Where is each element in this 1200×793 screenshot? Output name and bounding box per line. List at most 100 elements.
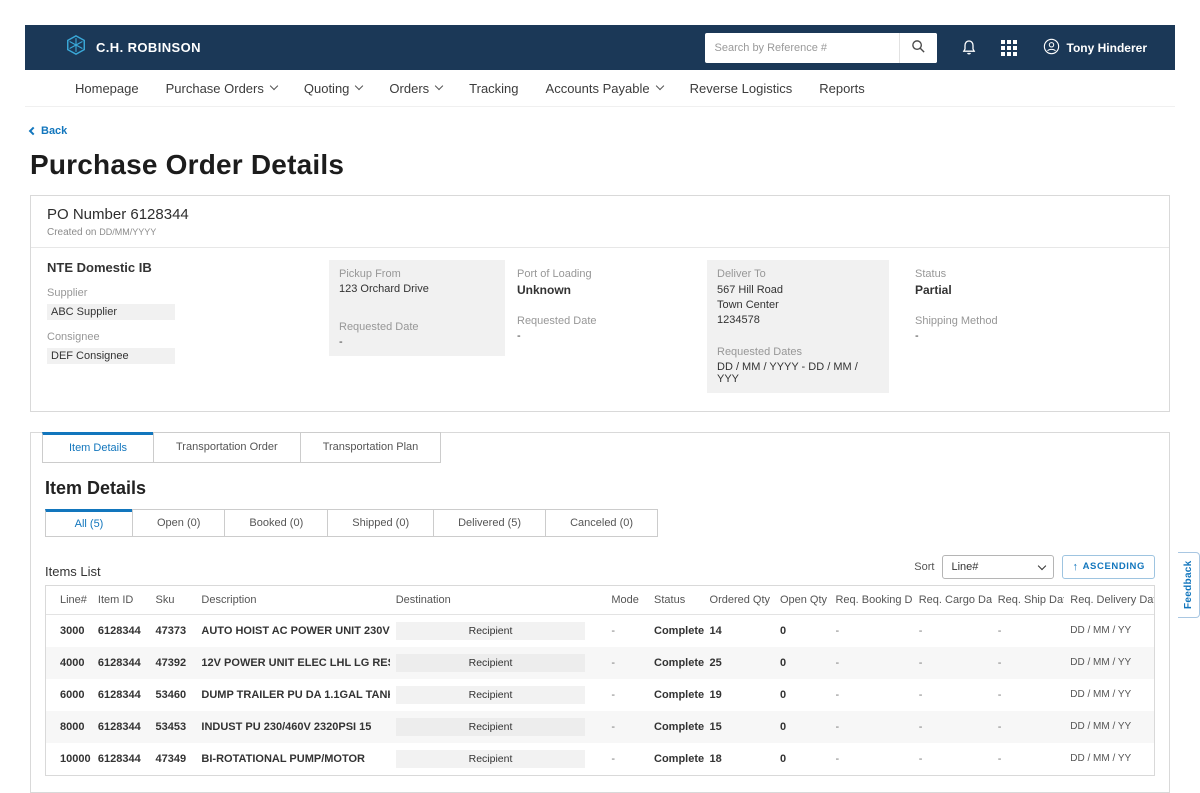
port-of-loading-label: Port of Loading [517, 268, 695, 280]
pickup-from-label: Pickup From [339, 268, 495, 280]
column-header-ordered-qty: Ordered Qty [704, 586, 774, 615]
cell-mode: - [605, 711, 648, 743]
po-parties-column: NTE Domestic IB Supplier ABC Supplier Co… [47, 260, 329, 375]
sort-label: Sort [914, 561, 934, 573]
feedback-button[interactable]: Feedback [1178, 552, 1200, 618]
cell-req-delivery-date: DD / MM / YY [1064, 711, 1154, 743]
cell-description: DUMP TRAILER PU DA 1.1GAL TANK [195, 679, 389, 711]
consignee-label: Consignee [47, 331, 329, 343]
user-menu[interactable]: Tony Hinderer [1043, 38, 1147, 58]
po-card-header: PO Number 6128344 Created on DD/MM/YYYY [31, 196, 1169, 248]
tab-transportation-plan[interactable]: Transportation Plan [300, 432, 442, 463]
search-input[interactable] [705, 42, 899, 54]
user-name: Tony Hinderer [1067, 41, 1147, 55]
filter-tab-booked-0[interactable]: Booked (0) [224, 509, 328, 537]
nav-item-homepage[interactable]: Homepage [75, 81, 139, 96]
po-number: PO Number 6128344 [47, 206, 1153, 223]
back-link[interactable]: Back [30, 125, 67, 137]
search-icon [911, 39, 926, 57]
column-header-req-delivery-date: Req. Delivery Date [1064, 586, 1154, 615]
nav-item-label: Reverse Logistics [690, 81, 793, 96]
cell-req-cargo-date: - [913, 647, 992, 679]
nav-item-tracking[interactable]: Tracking [469, 81, 518, 96]
details-tab-card: Item DetailsTransportation OrderTranspor… [30, 432, 1170, 793]
sort-direction-label: ASCENDING [1083, 561, 1145, 572]
nav-item-quoting[interactable]: Quoting [304, 81, 363, 96]
nav-item-label: Purchase Orders [166, 81, 264, 96]
column-header-description: Description [195, 586, 389, 615]
cell-req-delivery-date: DD / MM / YY [1064, 614, 1154, 647]
arrow-up-icon: ↑ [1072, 561, 1078, 573]
column-header-req-ship-date: Req. Ship Date [992, 586, 1065, 615]
filter-tab-open-0[interactable]: Open (0) [132, 509, 225, 537]
item-details-panel: Item Details All (5)Open (0)Booked (0)Sh… [31, 478, 1169, 776]
chevron-down-icon [655, 82, 663, 90]
tab-item-details[interactable]: Item Details [42, 432, 154, 463]
cell-item-id: 6128344 [92, 679, 150, 711]
notifications-bell-icon[interactable] [961, 39, 977, 56]
cell-req-ship-date: - [992, 614, 1065, 647]
filter-tab-all-5[interactable]: All (5) [45, 509, 133, 537]
port-of-loading-value: Unknown [517, 283, 695, 297]
chevron-left-icon [29, 127, 37, 135]
cell-req-delivery-date: DD / MM / YY [1064, 679, 1154, 711]
pickup-requested-date-label: Requested Date [339, 321, 495, 333]
cell-description: BI-ROTATIONAL PUMP/MOTOR [195, 743, 389, 775]
column-header-req-cargo-date: Req. Cargo Date [913, 586, 992, 615]
shipping-method-value: - [915, 330, 1153, 342]
pickup-from-column: Pickup From 123 Orchard Drive Requested … [329, 260, 505, 356]
filter-tab-canceled-0[interactable]: Canceled (0) [545, 509, 658, 537]
nav-item-reverse-logistics[interactable]: Reverse Logistics [690, 81, 793, 96]
nav-item-orders[interactable]: Orders [389, 81, 442, 96]
cell-destination: Recipient [390, 679, 606, 711]
cell-req-booking-date: - [829, 743, 912, 775]
port-requested-date-value: - [517, 330, 695, 342]
status-label: Status [915, 268, 1153, 280]
cell-req-delivery-date: DD / MM / YY [1064, 743, 1154, 775]
consignee-value: DEF Consignee [47, 348, 175, 364]
cell-item-id: 6128344 [92, 647, 150, 679]
cell-destination: Recipient [390, 647, 606, 679]
nav-item-label: Reports [819, 81, 865, 96]
nav-item-label: Orders [389, 81, 429, 96]
brand-logo-icon [65, 34, 87, 61]
search-button[interactable] [899, 33, 937, 63]
item-details-heading: Item Details [45, 478, 1155, 499]
shipping-method-label: Shipping Method [915, 315, 1153, 327]
po-created: Created on DD/MM/YYYY [47, 227, 1153, 238]
nav-item-accounts-payable[interactable]: Accounts Payable [546, 81, 663, 96]
filter-tab-delivered-5[interactable]: Delivered (5) [433, 509, 546, 537]
sort-select[interactable]: Line# [942, 555, 1054, 579]
cell-item-id: 6128344 [92, 711, 150, 743]
nav-item-label: Homepage [75, 81, 139, 96]
apps-grid-icon[interactable] [1001, 40, 1017, 56]
cell-sku: 47392 [150, 647, 196, 679]
detail-tabs: Item DetailsTransportation OrderTranspor… [31, 432, 1169, 463]
pickup-from-address: 123 Orchard Drive [339, 283, 495, 295]
tab-transportation-order[interactable]: Transportation Order [153, 432, 301, 463]
cell-sku: 53453 [150, 711, 196, 743]
cell-req-delivery-date: DD / MM / YY [1064, 647, 1154, 679]
brand[interactable]: C.H. ROBINSON [65, 34, 201, 61]
cell-line: 4000 [46, 647, 92, 679]
topbar-actions: Tony Hinderer [705, 33, 1147, 63]
cell-mode: - [605, 743, 648, 775]
cell-status: Complete [648, 711, 704, 743]
items-list-header: Items List Sort Line# ↑ ASCENDING [45, 555, 1155, 579]
nav-item-purchase-orders[interactable]: Purchase Orders [166, 81, 277, 96]
user-avatar-icon [1043, 38, 1060, 58]
cell-req-cargo-date: - [913, 711, 992, 743]
status-value: Partial [915, 283, 1153, 297]
destination-chip: Recipient [396, 750, 586, 768]
deliver-requested-dates-value: DD / MM / YYYY - DD / MM / YYY [717, 361, 879, 385]
sort-direction-button[interactable]: ↑ ASCENDING [1062, 555, 1155, 579]
cell-open-qty: 0 [774, 743, 830, 775]
cell-status: Complete [648, 743, 704, 775]
column-header-req-booking-date: Req. Booking Date [829, 586, 912, 615]
items-table-container: Line#Item IDSkuDescriptionDestinationMod… [45, 585, 1155, 776]
cell-mode: - [605, 614, 648, 647]
table-row: 400061283444739212V POWER UNIT ELEC LHL … [46, 647, 1154, 679]
column-header-open-qty: Open Qty [774, 586, 830, 615]
filter-tab-shipped-0[interactable]: Shipped (0) [327, 509, 434, 537]
nav-item-reports[interactable]: Reports [819, 81, 865, 96]
